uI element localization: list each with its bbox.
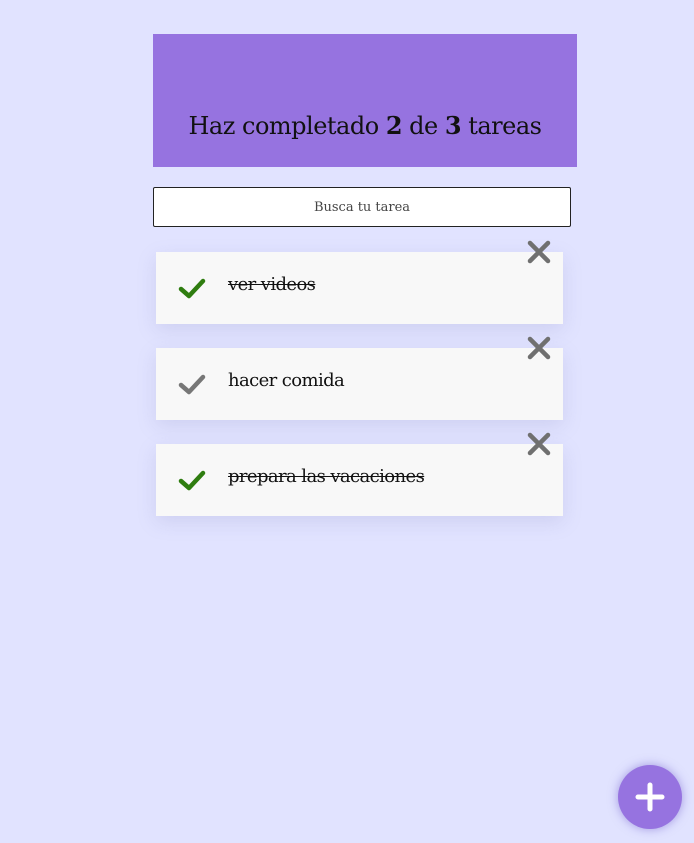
add-todo-button[interactable] (618, 765, 682, 829)
todo-list: ver videos hacer comida prepara las vaca… (156, 240, 563, 540)
close-icon[interactable] (525, 238, 553, 266)
close-icon[interactable] (525, 430, 553, 458)
todo-item: ver videos (156, 240, 563, 324)
counter-prefix: Haz completado (188, 112, 380, 140)
check-icon[interactable] (178, 274, 206, 302)
close-icon[interactable] (525, 334, 553, 362)
counter-middle: de (409, 112, 438, 140)
check-icon[interactable] (178, 370, 206, 398)
counter-suffix: tareas (468, 112, 542, 140)
todo-text: prepara las vacaciones (228, 466, 425, 487)
todo-item: prepara las vacaciones (156, 432, 563, 516)
header-banner: Haz completado 2 de 3 tareas (153, 34, 577, 167)
total-count: 3 (444, 111, 462, 140)
plus-icon (635, 782, 665, 812)
completed-count: 2 (385, 111, 403, 140)
todo-text: ver videos (228, 274, 316, 295)
search-input[interactable] (153, 187, 571, 227)
check-icon[interactable] (178, 466, 206, 494)
todo-item: hacer comida (156, 336, 563, 420)
todo-app: Haz completado 2 de 3 tareas ver videos (0, 0, 694, 843)
todo-text: hacer comida (228, 370, 345, 391)
progress-counter: Haz completado 2 de 3 tareas (188, 111, 542, 140)
